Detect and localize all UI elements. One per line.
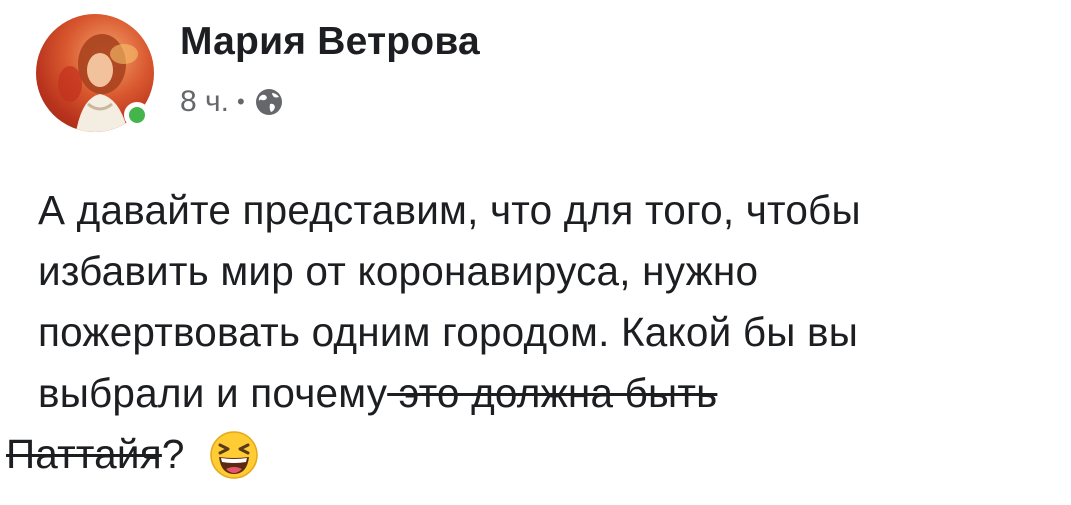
post-text-end: ?: [161, 431, 185, 477]
laughing-face-emoji: [209, 430, 259, 480]
post-line: избавить мир от коронавируса, нужно: [38, 248, 759, 294]
post-line: А давайте представим, что для того, чтоб…: [38, 187, 861, 233]
online-status-indicator: [124, 102, 150, 128]
globe-icon[interactable]: [253, 86, 285, 118]
post-line: выбрали и почему это должна быть: [38, 363, 1048, 424]
post-time[interactable]: 8 ч.: [180, 85, 229, 119]
post-body: А давайте представим, что для того, чтоб…: [6, 180, 1048, 485]
post-text-normal: выбрали и почему: [38, 370, 388, 416]
author-name[interactable]: Мария Ветрова: [180, 20, 480, 64]
facebook-post: Мария Ветрова 8 ч. • А давайте представи…: [0, 0, 1071, 505]
post-text-strikethrough: это должна быть: [387, 370, 718, 416]
post-line: пожертвовать одним городом. Какой бы вы: [38, 309, 859, 355]
post-text-strikethrough: Паттайя: [6, 431, 162, 477]
post-line: Паттайя?: [6, 424, 1048, 485]
avatar-container[interactable]: [36, 14, 154, 132]
post-meta: 8 ч. •: [180, 84, 285, 120]
meta-separator: •: [236, 89, 245, 114]
